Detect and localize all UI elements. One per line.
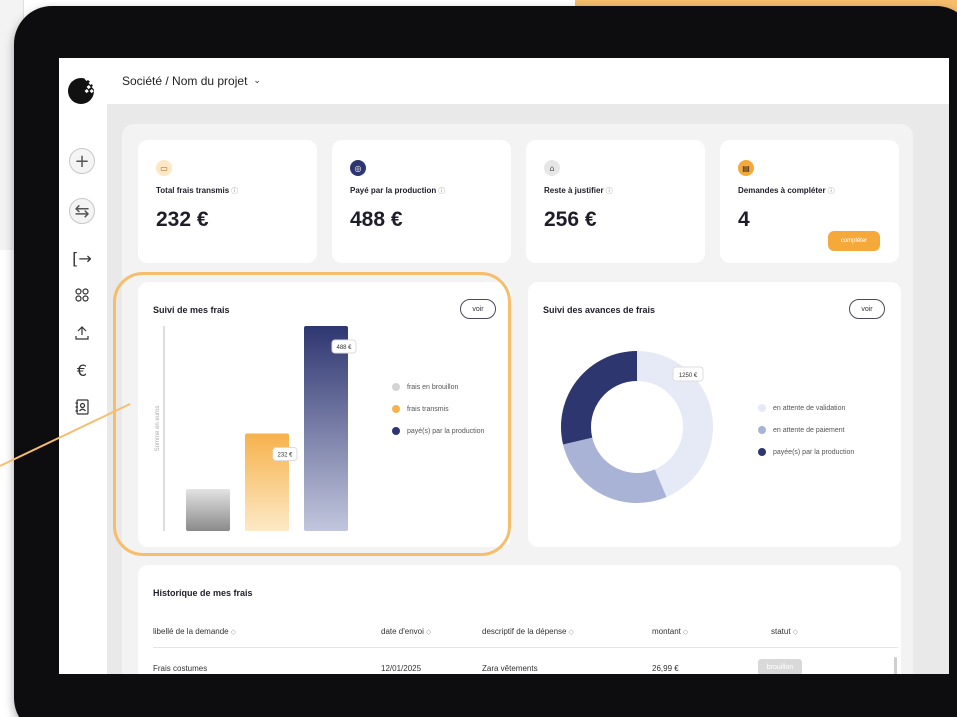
message-icon: ▤	[738, 160, 754, 176]
legend-item: en attente de validation	[758, 397, 854, 419]
complete-button[interactable]: compléter	[828, 231, 880, 251]
breadcrumb: Société / Nom du projet	[122, 74, 248, 88]
brand-logo-icon[interactable]	[65, 72, 101, 108]
app-screen: + ⇆ [→ € Société / Nom du projet ⌄ ▭ Tot…	[59, 58, 949, 674]
kpi-label: Total frais transmis ⓘ	[156, 186, 239, 195]
swap-icon[interactable]: ⇆	[69, 198, 95, 224]
main-content: ▭ Total frais transmis ⓘ 232 € ◎ Payé par…	[107, 104, 949, 674]
kpi-label: Reste à justifier ⓘ	[544, 186, 613, 195]
status-badge: brouillon	[758, 659, 802, 674]
cell-date: 12/01/2025	[381, 664, 422, 673]
contacts-icon[interactable]	[69, 394, 95, 420]
donut-slice-3	[561, 351, 637, 445]
y-axis-label: Somme en euros	[155, 406, 161, 452]
bank-icon: ⌂	[544, 160, 560, 176]
cell-description: Zara vêtements	[482, 664, 538, 673]
legend-label: frais en brouillon	[407, 383, 459, 391]
chevron-down-icon: ⌄	[253, 76, 261, 86]
info-icon[interactable]: ⓘ	[438, 188, 445, 195]
column-header-label[interactable]: libellé de la demande ◇	[153, 627, 236, 636]
euro-icon[interactable]: €	[69, 357, 95, 383]
legend-item: en attente de paiement	[758, 419, 854, 441]
kpi-card-reste-justifier: ⌂ Reste à justifier ⓘ 256 €	[526, 140, 705, 263]
data-label: 232 €	[277, 453, 293, 459]
kpi-value: 488 €	[350, 208, 403, 231]
tablet-frame: + ⇆ [→ € Société / Nom du projet ⌄ ▭ Tot…	[14, 6, 957, 717]
section-title: Historique de mes frais	[153, 588, 253, 598]
legend-swatch	[392, 405, 400, 413]
legend-label: payée(s) par la production	[773, 448, 855, 456]
legend-label: frais transmis	[407, 405, 449, 413]
plus-icon[interactable]: +	[69, 148, 95, 174]
donut-legend: en attente de validation en attente de p…	[758, 397, 854, 463]
bar-1	[186, 488, 230, 531]
sort-icon[interactable]: ◇	[426, 628, 431, 636]
legend-label: en attente de validation	[773, 404, 846, 412]
legend-item: payé(s) par la production	[392, 420, 484, 442]
sort-icon[interactable]: ◇	[569, 628, 574, 636]
data-label: 488 €	[336, 345, 352, 351]
legend-swatch	[758, 448, 766, 456]
bar-legend: frais en brouillon frais transmis payé(s…	[392, 376, 484, 442]
top-bar: Société / Nom du projet ⌄	[107, 58, 949, 104]
donut-chart-card: Suivi des avances de frais voir 1250 € e…	[528, 282, 901, 547]
legend-swatch	[758, 404, 766, 412]
sort-icon[interactable]: ◇	[683, 628, 688, 636]
kpi-value: 256 €	[544, 208, 597, 231]
column-header-description[interactable]: descriptif de la dépense ◇	[482, 627, 574, 636]
project-selector[interactable]: Société / Nom du projet ⌄	[122, 74, 261, 88]
bar-3	[304, 326, 348, 531]
column-header-date[interactable]: date d'envoi ◇	[381, 627, 431, 636]
coins-icon: ◎	[350, 160, 366, 176]
donut-slice-2	[563, 437, 667, 503]
legend-swatch	[392, 383, 400, 391]
column-header-status[interactable]: statut ◇	[771, 627, 798, 636]
kpi-label: Payé par la production ⓘ	[350, 186, 446, 195]
legend-label: en attente de paiement	[773, 426, 845, 434]
grid-icon[interactable]	[69, 282, 95, 308]
cell-label: Frais costumes	[153, 664, 208, 673]
legend-swatch	[392, 427, 400, 435]
bar-chart-card: Suivi de mes frais voir Somme en euros 23…	[138, 282, 511, 547]
kpi-value: 4	[738, 208, 750, 231]
data-label: 1250 €	[679, 373, 698, 379]
table-scrollbar[interactable]	[894, 657, 897, 674]
sort-icon[interactable]: ◇	[793, 628, 798, 636]
sidebar: + ⇆ [→ €	[59, 58, 107, 674]
legend-item: frais transmis	[392, 398, 484, 420]
legend-label: payé(s) par la production	[407, 427, 485, 435]
ticket-icon: ▭	[156, 160, 172, 176]
kpi-card-paye-production: ◎ Payé par la production ⓘ 488 €	[332, 140, 511, 263]
logout-icon[interactable]: [→	[69, 245, 95, 271]
legend-swatch	[758, 426, 766, 434]
kpi-value: 232 €	[156, 208, 209, 231]
divider	[153, 647, 898, 648]
history-card: Historique de mes frais libellé de la de…	[138, 565, 901, 674]
info-icon[interactable]: ⓘ	[231, 188, 238, 195]
kpi-card-demandes: ▤ Demandes à compléter ⓘ 4 compléter	[720, 140, 899, 263]
info-icon[interactable]: ⓘ	[828, 188, 835, 195]
legend-item: payée(s) par la production	[758, 441, 854, 463]
upload-icon[interactable]	[69, 320, 95, 346]
kpi-label: Demandes à compléter ⓘ	[738, 186, 835, 195]
legend-item: frais en brouillon	[392, 376, 484, 398]
dashboard-panel: ▭ Total frais transmis ⓘ 232 € ◎ Payé par…	[122, 124, 913, 674]
kpi-card-total-transmis: ▭ Total frais transmis ⓘ 232 €	[138, 140, 317, 263]
cell-amount: 26,99 €	[652, 664, 679, 673]
sort-icon[interactable]: ◇	[231, 628, 236, 636]
info-icon[interactable]: ⓘ	[606, 188, 613, 195]
column-header-amount[interactable]: montant ◇	[652, 627, 688, 636]
